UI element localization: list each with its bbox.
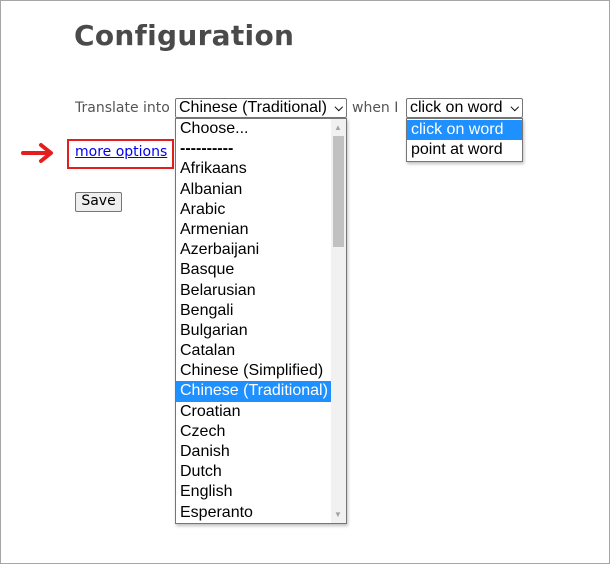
dropdown-option[interactable]: Bulgarian — [176, 321, 331, 341]
dropdown-option[interactable]: Croatian — [176, 402, 331, 422]
dropdown-option[interactable]: Choose... — [176, 119, 331, 139]
page-frame: Configuration Translate into Chinese (Tr… — [0, 0, 610, 564]
trigger-select[interactable]: click on word ⌵ — [406, 98, 523, 118]
chevron-down-icon: ⌵ — [334, 102, 343, 114]
dropdown-option[interactable]: Armenian — [176, 220, 331, 240]
dropdown-option[interactable]: Catalan — [176, 341, 331, 361]
dropdown-scrollbar[interactable]: ▲ ▼ — [331, 119, 346, 523]
when-label: when I — [352, 100, 399, 116]
language-select-value: Chinese (Traditional) — [179, 99, 327, 116]
page-title: Configuration — [74, 19, 295, 52]
dropdown-option[interactable]: Basque — [176, 260, 331, 280]
dropdown-option[interactable]: Esperanto — [176, 503, 331, 523]
dropdown-option[interactable]: Dutch — [176, 462, 331, 482]
scroll-up-arrow-icon[interactable]: ▲ — [334, 123, 342, 132]
dropdown-option[interactable]: Azerbaijani — [176, 240, 331, 260]
red-arrow-icon — [21, 143, 53, 163]
dropdown-option[interactable]: Belarusian — [176, 281, 331, 301]
trigger-dropdown-list[interactable]: click on word point at word — [406, 118, 523, 162]
dropdown-option[interactable]: ---------- — [176, 139, 331, 159]
dropdown-option[interactable]: English — [176, 482, 331, 502]
dropdown-option[interactable]: point at word — [407, 140, 522, 160]
save-button[interactable]: Save — [75, 192, 122, 212]
dropdown-option[interactable]: Czech — [176, 422, 331, 442]
dropdown-option[interactable]: Danish — [176, 442, 331, 462]
dropdown-option[interactable]: click on word — [407, 120, 522, 141]
trigger-select-value: click on word — [410, 99, 503, 116]
scroll-down-arrow-icon[interactable]: ▼ — [334, 510, 342, 519]
dropdown-option[interactable]: Afrikaans — [176, 159, 331, 179]
language-dropdown-list[interactable]: Choose... ---------- Afrikaans Albanian Arab… — [175, 118, 347, 524]
dropdown-option[interactable]: Bengali — [176, 301, 331, 321]
language-select[interactable]: Chinese (Traditional) ⌵ — [175, 98, 347, 118]
translate-into-label: Translate into — [75, 100, 170, 116]
dropdown-option[interactable]: Chinese (Traditional) — [176, 381, 331, 402]
dropdown-option[interactable]: Chinese (Simplified) — [176, 361, 331, 381]
dropdown-option[interactable]: Albanian — [176, 180, 331, 200]
more-options-link[interactable]: more options — [75, 144, 167, 160]
chevron-down-icon: ⌵ — [510, 102, 519, 114]
dropdown-option[interactable]: Arabic — [176, 200, 331, 220]
scrollbar-thumb[interactable] — [333, 136, 344, 247]
